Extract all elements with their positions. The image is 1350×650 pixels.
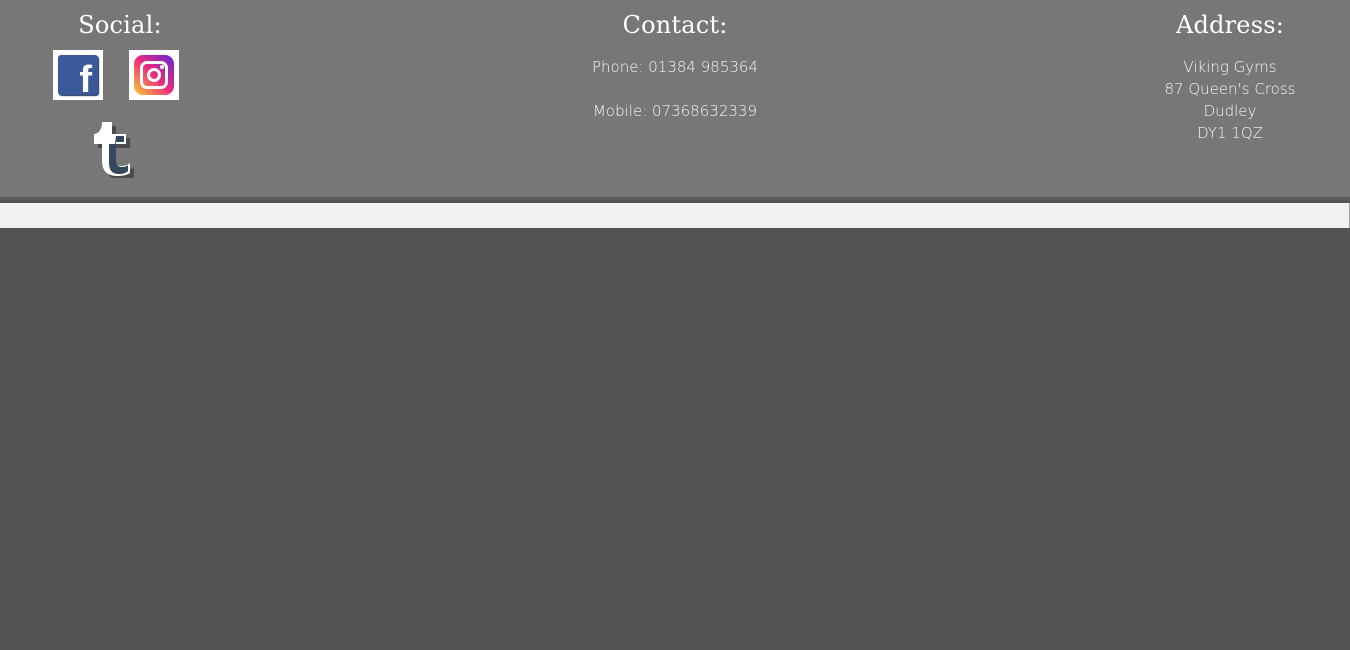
tumblr-icon[interactable] xyxy=(92,118,148,178)
phone-text: Phone: 01384 985364 xyxy=(591,58,759,76)
address-line: Dudley xyxy=(1203,102,1257,120)
address-line: Viking Gyms xyxy=(1183,58,1277,76)
address-block: Viking Gyms 87 Queen's Cross Dudley DY1 … xyxy=(1110,56,1350,144)
facebook-icon: f xyxy=(58,55,98,95)
address-heading: Address: xyxy=(1175,11,1285,39)
instagram-icon xyxy=(134,55,174,95)
site-footer: Social: f Contact: Phone: 01384 985364 M… xyxy=(0,0,1350,200)
contact-column: Contact: Phone: 01384 985364 Mobile: 073… xyxy=(555,0,795,122)
mobile-text: Mobile: 07368632339 xyxy=(592,102,757,120)
facebook-link[interactable]: f xyxy=(53,50,103,100)
contact-heading: Contact: xyxy=(622,11,728,39)
social-column: Social: xyxy=(0,0,240,38)
address-column: Address: Viking Gyms 87 Queen's Cross Du… xyxy=(1110,0,1350,144)
social-heading: Social: xyxy=(78,11,162,39)
bottom-strip xyxy=(0,203,1350,228)
address-line: DY1 1QZ xyxy=(1197,124,1263,142)
instagram-link[interactable] xyxy=(129,50,179,100)
address-line: 87 Queen's Cross xyxy=(1164,80,1296,98)
